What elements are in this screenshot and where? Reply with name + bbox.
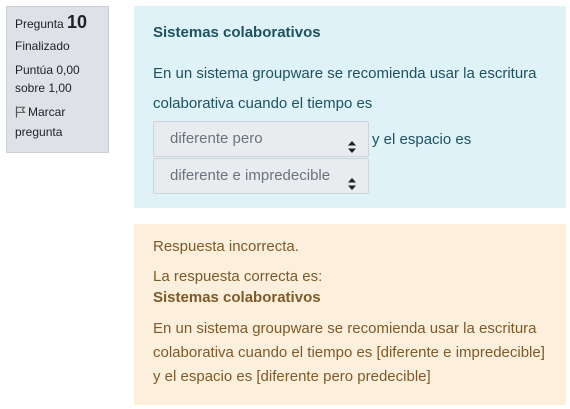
question-text-line-2: colaborativa cuando el tiempo es [153, 95, 373, 112]
flag-question-button[interactable]: Marcar pregunta [15, 103, 100, 141]
flag-label-line-1: Marcar [28, 105, 66, 119]
correct-answer-line-1: En un sistema groupware se recomienda us… [153, 320, 537, 337]
between-text: y el espacio es [372, 130, 472, 148]
select-row-2: diferente e impredecible [153, 158, 547, 194]
space-select[interactable]: diferente e impredecible [153, 158, 369, 194]
question-state: Finalizado [15, 39, 70, 53]
feedback-text: Respuesta incorrecta. [153, 238, 299, 255]
question-number-value: 10 [67, 12, 88, 32]
question-info-panel: Pregunta 10 Finalizado Puntúa 0,00 sobre… [6, 6, 109, 153]
question-feedback-panel: Respuesta incorrecta. La respuesta corre… [134, 224, 566, 405]
correct-answer-label: La respuesta correcta es: [153, 268, 323, 285]
question-label: Pregunta [15, 17, 64, 31]
correct-answer-line-2: colaborativa cuando el tiempo es [difere… [153, 344, 545, 361]
sort-arrows-icon [348, 133, 356, 153]
flag-label-line-2: pregunta [15, 125, 63, 139]
question-grade: Puntúa 0,00 sobre 1,00 [15, 61, 100, 97]
correct-answer-line-3: y el espacio es [diferente pero predecib… [153, 368, 431, 385]
grade-line-1: Puntúa 0,00 [15, 63, 80, 77]
question-formulation: Sistemas colaborativos En un sistema gro… [134, 6, 566, 208]
question-text-line-1: En un sistema groupware se recomienda us… [153, 65, 537, 82]
grade-line-2: sobre 1,00 [15, 81, 72, 95]
space-select-value: diferente e impredecible [170, 167, 331, 184]
question-number: Pregunta 10 [15, 13, 100, 33]
correct-answer-title: Sistemas colaborativos [153, 289, 321, 306]
time-select[interactable]: diferente pero predecible [153, 121, 369, 181]
question-title: Sistemas colaborativos [153, 24, 321, 41]
sort-arrows-icon [348, 170, 356, 190]
select-row-1: diferente pero predecible y el espacio e… [153, 121, 547, 181]
flag-icon [15, 105, 26, 123]
correct-answer-text: En un sistema groupware se recomienda us… [153, 317, 547, 389]
question-container: Pregunta 10 Finalizado Puntúa 0,00 sobre… [0, 0, 570, 409]
